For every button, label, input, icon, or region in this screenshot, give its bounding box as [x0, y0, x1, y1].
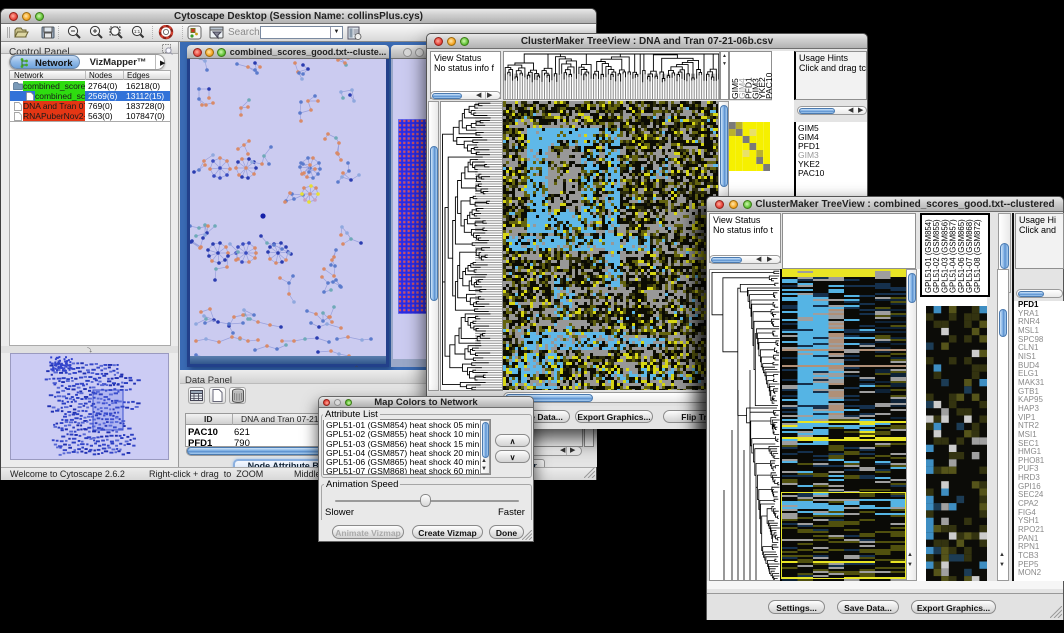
svg-text:GPL51-08 (GSM872): GPL51-08 (GSM872) — [973, 219, 982, 293]
svg-text:PAC10: PAC10 — [764, 72, 772, 99]
svg-text:1:1: 1:1 — [134, 29, 141, 34]
